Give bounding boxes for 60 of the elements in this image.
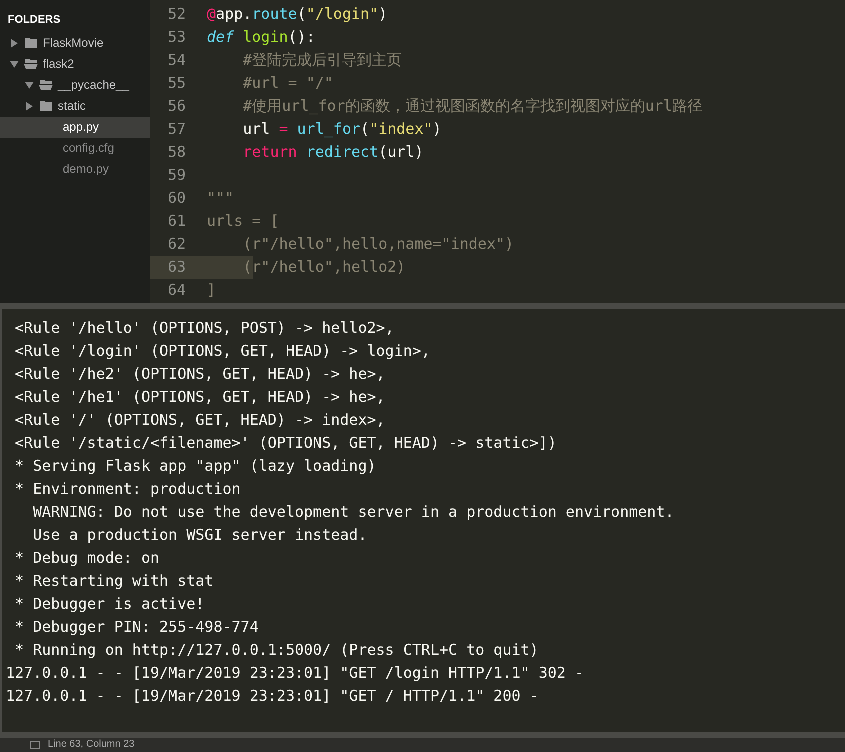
sidebar-heading: FOLDERS <box>7 13 62 28</box>
console-line: 127.0.0.1 - - [19/Mar/2019 23:23:01] "GET / HTTP/1.1" 200 - <box>5 686 540 707</box>
folder-name[interactable]: FlaskMovie <box>43 34 104 52</box>
folder-icon <box>24 58 38 70</box>
console-line: <Rule '/he1' (OPTIONS, GET, HEAD) -> he>, <box>14 387 386 408</box>
selected-file-row[interactable]: app.py <box>0 116 150 138</box>
line-number: 53 <box>166 27 187 48</box>
console-line: Use a production WSGI server instead. <box>32 525 368 546</box>
folder-name[interactable]: static <box>58 97 86 115</box>
line-number: 55 <box>166 73 187 94</box>
console-line: WARNING: Do not use the development server in a production environment. <box>32 502 676 523</box>
line-number: 63 <box>150 256 201 279</box>
folder-name[interactable]: flask2 <box>43 55 74 73</box>
line-number: 57 <box>166 119 187 140</box>
console-line: <Rule '/' (OPTIONS, GET, HEAD) -> index>, <box>14 410 386 431</box>
code-line: @app.route("/login") <box>206 4 389 25</box>
folder-icon <box>39 79 53 91</box>
code-line: def login(): <box>206 27 316 48</box>
console-line: <Rule '/hello' (OPTIONS, POST) -> hello2>, <box>14 318 396 339</box>
expanded-arrow-icon[interactable] <box>25 80 34 90</box>
code-line: #登陆完成后引导到主页 <box>242 50 404 71</box>
code-line: ] <box>206 280 218 301</box>
collapsed-arrow-icon[interactable] <box>10 38 19 48</box>
console-line: <Rule '/login' (OPTIONS, GET, HEAD) -> login>, <box>14 341 432 362</box>
collapsed-arrow-icon[interactable] <box>25 102 34 110</box>
code-line: #url = "/" <box>242 73 334 94</box>
line-number: 60 <box>166 188 187 209</box>
console-line: <Rule '/static/<filename>' (OPTIONS, GET, HEAD) -> static>]) <box>14 433 558 454</box>
line-number: 61 <box>166 211 187 232</box>
console-line: * Debugger PIN: 255-498-774 <box>14 617 260 638</box>
code-line: url = url_for("index") <box>242 119 443 140</box>
line-number: 64 <box>166 280 187 301</box>
code-line: (r"/hello",hello,name="index") <box>242 234 516 255</box>
console-line: * Restarting with stat <box>14 571 215 592</box>
folder-icon <box>39 100 53 112</box>
code-line: return redirect(url) <box>242 142 425 163</box>
console-line: <Rule '/he2' (OPTIONS, GET, HEAD) -> he>, <box>14 364 386 385</box>
expanded-arrow-icon[interactable] <box>10 60 19 68</box>
code-line: #使用url_for的函数，通过视图函数的名字找到视图对应的url路径 <box>242 96 704 117</box>
line-number: 54 <box>166 50 187 71</box>
code-line: """ <box>206 188 236 209</box>
console-line: * Debugger is active! <box>14 594 206 615</box>
file-name[interactable]: app.py <box>63 118 100 136</box>
status-text: Line 63, Column 23 <box>48 740 135 750</box>
line-number: 59 <box>166 165 187 186</box>
file-name[interactable]: demo.py <box>63 160 110 178</box>
console-line: * Debug mode: on <box>14 548 161 569</box>
console-line: * Running on http://127.0.0.1:5000/ (Press CTRL+C to quit) <box>14 640 540 661</box>
folder-name[interactable]: __pycache__ <box>58 76 130 94</box>
line-number: 52 <box>166 4 187 25</box>
line-number: 56 <box>166 96 187 117</box>
console-line: * Serving Flask app "app" (lazy loading) <box>14 456 378 477</box>
line-number: 62 <box>166 234 187 255</box>
console-line: 127.0.0.1 - - [19/Mar/2019 23:23:01] "GET /login HTTP/1.1" 302 - <box>5 663 585 684</box>
line-number: 58 <box>166 142 187 163</box>
folder-icon <box>24 37 38 49</box>
file-name[interactable]: config.cfg <box>63 139 114 157</box>
code-line: urls = [ <box>206 211 280 232</box>
panel-toggle-icon[interactable] <box>30 741 40 749</box>
console-line: * Environment: production <box>14 479 242 500</box>
